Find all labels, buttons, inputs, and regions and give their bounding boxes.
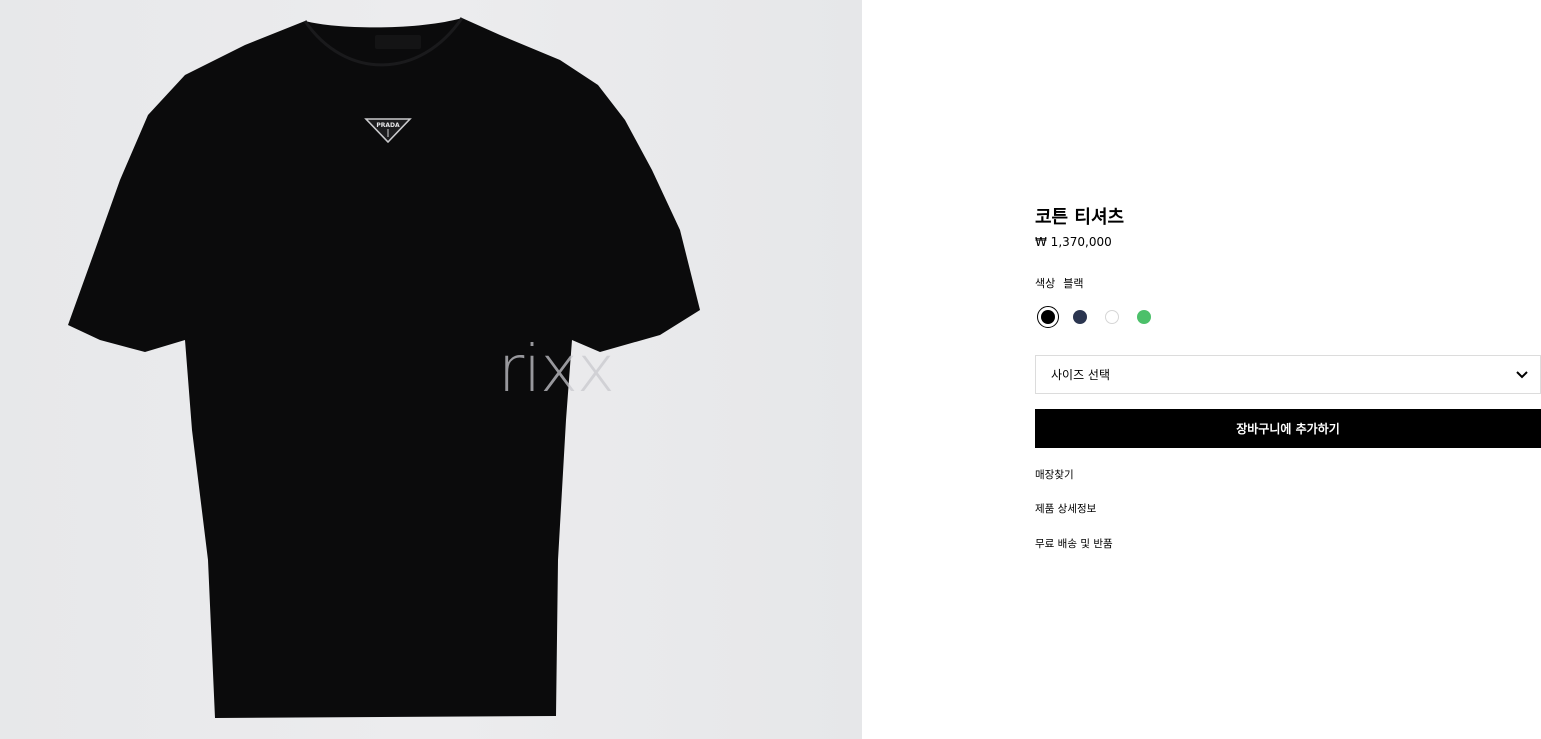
size-select-placeholder: 사이즈 선택	[1051, 368, 1111, 382]
collar-label	[375, 35, 421, 49]
product-price: ₩ 1,370,000	[1035, 235, 1112, 249]
product-details: 코튼 티셔츠 ₩ 1,370,000 색상 블랙 사이즈 선택 장바구니에 추가…	[1035, 0, 1541, 739]
shipping-returns-link[interactable]: 무료 배송 및 반품	[1035, 536, 1113, 551]
color-swatch-black[interactable]	[1037, 306, 1059, 328]
color-label-row: 색상 블랙	[1035, 275, 1084, 291]
color-swatches	[1037, 306, 1165, 328]
product-image: PRADA rixx	[0, 0, 862, 739]
add-to-cart-button[interactable]: 장바구니에 추가하기	[1035, 409, 1541, 448]
store-locator-link[interactable]: 매장찾기	[1035, 467, 1074, 482]
color-label: 색상	[1035, 277, 1056, 290]
t-shirt-image: PRADA	[68, 17, 700, 718]
chevron-down-icon	[1516, 368, 1528, 382]
product-page: PRADA rixx 코튼 티셔츠 ₩ 1,370,000 색상 블랙 사이즈 …	[0, 0, 1541, 739]
logo-text: PRADA	[376, 122, 400, 129]
color-swatch-white[interactable]	[1101, 306, 1123, 328]
color-swatch-navy[interactable]	[1069, 306, 1091, 328]
color-swatch-green[interactable]	[1133, 306, 1155, 328]
watermark-text: rixx	[498, 333, 615, 407]
selected-color-name: 블랙	[1063, 277, 1084, 290]
product-title: 코튼 티셔츠	[1035, 207, 1125, 228]
product-details-link[interactable]: 제품 상세정보	[1035, 501, 1096, 516]
size-select[interactable]: 사이즈 선택	[1035, 355, 1541, 394]
